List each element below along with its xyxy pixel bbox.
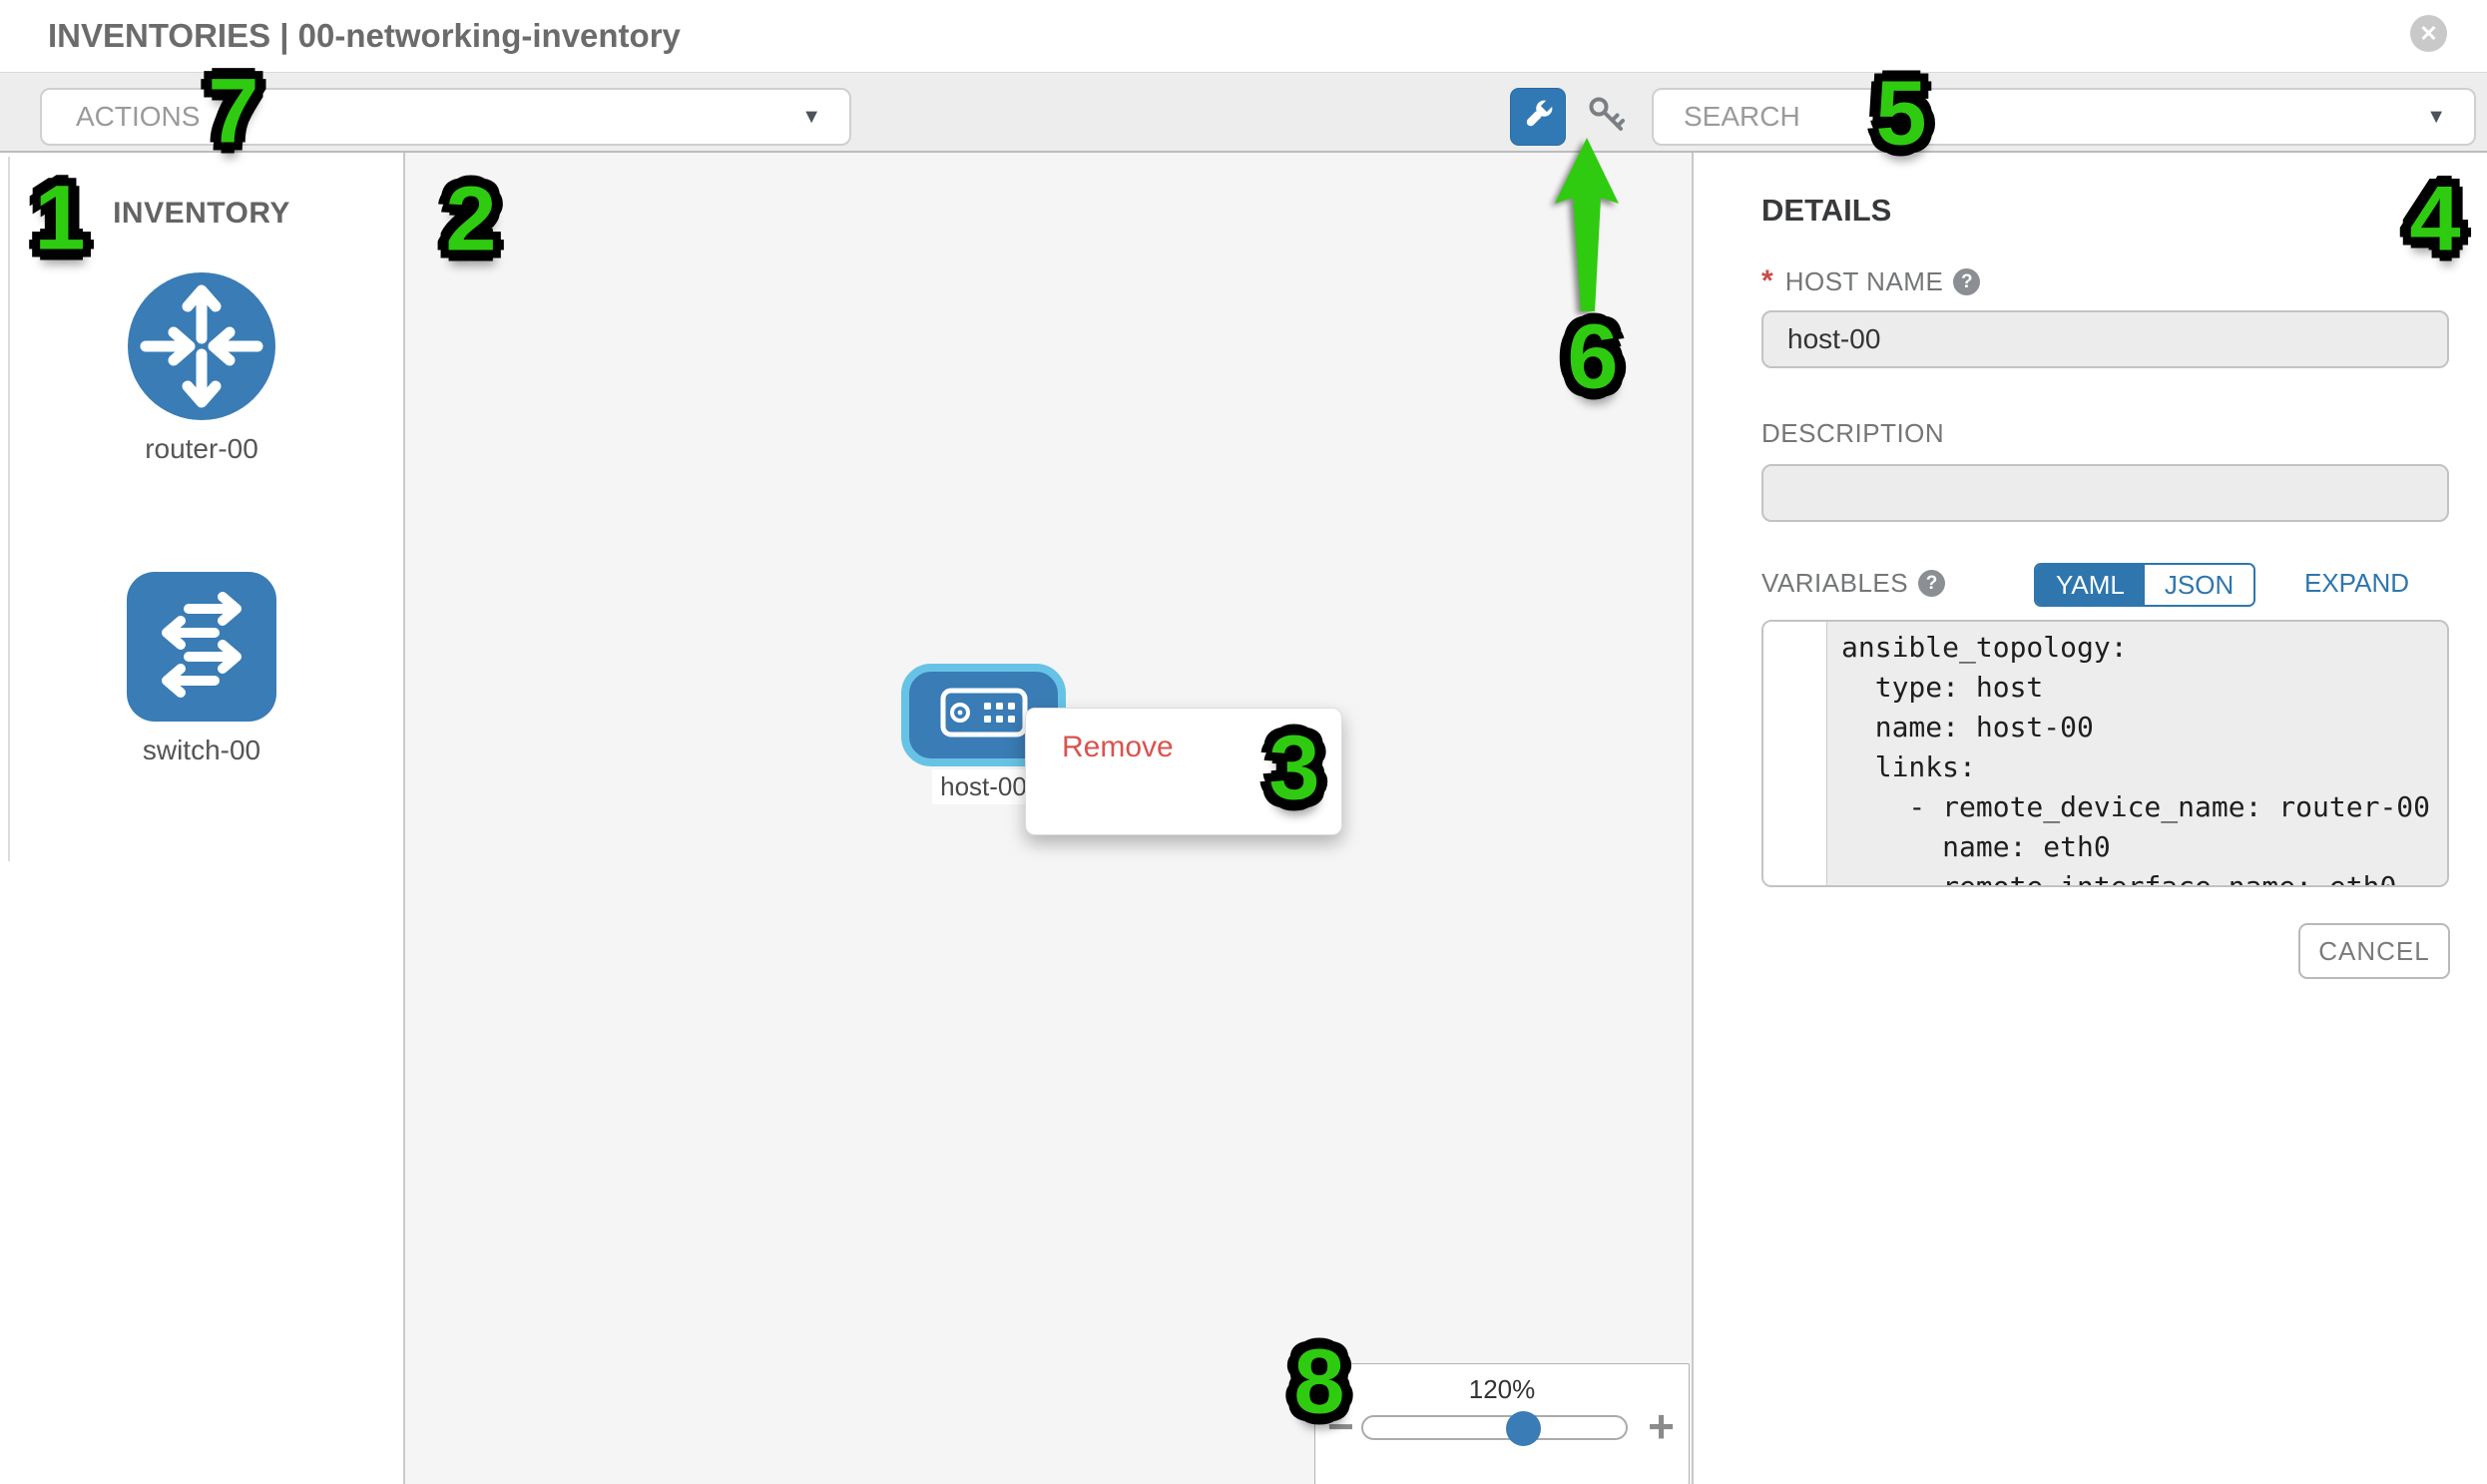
help-icon[interactable]: ? [1953,268,1980,295]
toolbar-key-button[interactable] [1585,95,1629,139]
host-name-input[interactable] [1761,310,2449,368]
annotation-4: 4 [2409,168,2460,272]
search-dropdown[interactable]: SEARCH ▼ [1652,88,2476,146]
toolbar: ACTIONS ▼ [0,72,2487,153]
variables-row: VARIABLES ? YAML JSON EXPAND [1761,568,2449,599]
host-name-label: HOST NAME [1785,266,1944,297]
cancel-button[interactable]: CANCEL [2298,923,2450,979]
variables-label: VARIABLES [1761,568,1908,599]
code-line: 5 - remote_device_name: router-00 [1763,787,2447,827]
variables-format-toggle: YAML JSON [2034,563,2255,607]
description-input[interactable] [1761,464,2449,522]
annotation-2: 2 [445,168,496,272]
annotation-8: 8 [1293,1330,1344,1435]
expand-link[interactable]: EXPAND [2304,568,2409,599]
tab-json[interactable]: JSON [2145,565,2253,605]
header: INVENTORIES | 00-networking-inventory ✕ [0,0,2487,72]
palette-item-label: router-00 [0,433,403,465]
actions-dropdown[interactable]: ACTIONS ▼ [40,88,851,146]
switch-icon [127,572,276,722]
code-line: 6 name: eth0 [1763,827,2447,867]
palette-item-switch[interactable]: switch-00 [0,572,403,766]
zoom-in-button[interactable]: + [1648,1398,1675,1454]
wrench-icon [1519,96,1557,139]
chevron-down-icon: ▼ [2426,90,2446,144]
close-icon[interactable]: ✕ [2410,15,2447,52]
description-label: DESCRIPTION [1761,418,1944,449]
topology-canvas[interactable]: host-00 Details Remove 120% − + [405,153,1692,1484]
tab-yaml[interactable]: YAML [2036,565,2145,605]
annotation-1: 1 [34,167,85,271]
zoom-control: 120% − + [1314,1363,1690,1484]
code-line: 4 links: [1763,747,2447,787]
annotation-7: 7 [208,60,258,165]
variables-code-editor[interactable]: 1 ansible_topology: 2 type: host 3 name:… [1761,620,2449,887]
annotation-3: 3 [1268,717,1319,821]
actions-dropdown-label: ACTIONS [76,90,200,144]
host-icon [940,688,1028,742]
code-line: 1 ansible_topology: [1763,628,2447,668]
key-icon [1585,93,1629,142]
annotation-5: 5 [1875,62,1926,167]
zoom-slider-thumb[interactable] [1506,1411,1541,1446]
zoom-level-readout: 120% [1315,1374,1689,1405]
required-asterisk: * [1761,264,1773,298]
code-gutter [1763,622,1827,885]
palette-item-label: switch-00 [0,735,403,766]
inventory-topology-app: INVENTORIES | 00-networking-inventory ✕ … [0,0,2487,1484]
help-icon[interactable]: ? [1918,570,1945,597]
code-line: 3 name: host-00 [1763,708,2447,747]
details-title: DETAILS [1761,193,1891,229]
annotation-arrow-up-icon [1551,136,1623,313]
description-label-row: DESCRIPTION [1761,418,1944,449]
annotation-6: 6 [1567,305,1618,410]
code-line: 7 remote_interface_name: eth0 [1763,867,2447,887]
code-line: 2 type: host [1763,668,2447,708]
router-icon [128,272,275,420]
host-name-label-row: * HOST NAME ? [1761,264,1980,298]
palette-item-router[interactable]: router-00 [0,272,403,465]
page-title: INVENTORIES | 00-networking-inventory [48,0,681,72]
search-dropdown-label: SEARCH [1684,90,1800,144]
chevron-down-icon: ▼ [801,90,821,144]
details-panel: DETAILS * HOST NAME ? DESCRIPTION VARIAB… [1692,153,2487,1484]
zoom-slider[interactable] [1361,1415,1628,1440]
inventory-sidebar: INVENTORY router-00 [0,153,405,1484]
